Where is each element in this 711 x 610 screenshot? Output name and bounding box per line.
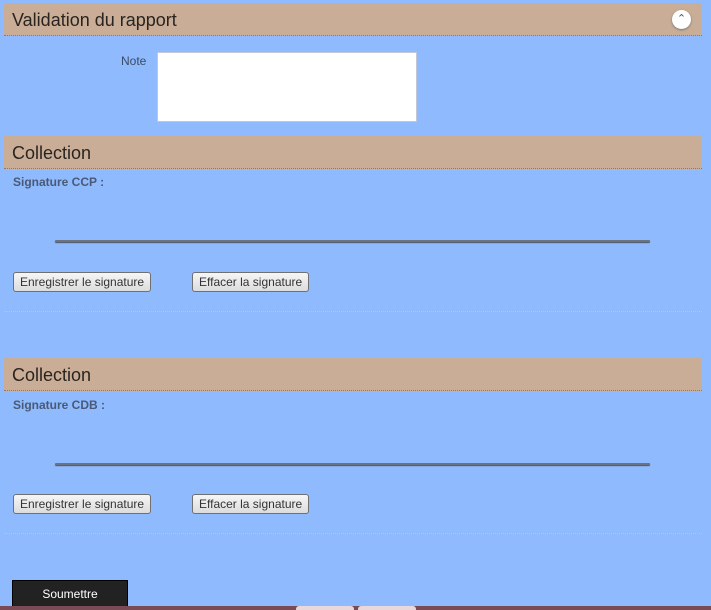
chevron-up-icon[interactable]: ⌃ — [672, 10, 691, 29]
note-input[interactable] — [157, 52, 417, 122]
clear-signature-ccp-button[interactable]: Effacer la signature — [192, 272, 310, 292]
validation-title: Validation du rapport — [12, 10, 177, 30]
collection-header-ccp: Collection — [4, 136, 702, 169]
bottom-tab[interactable] — [296, 606, 354, 610]
divider — [4, 533, 702, 534]
bottom-bar — [0, 606, 711, 610]
bottom-tab[interactable] — [358, 606, 416, 610]
signature-ccp-label: Signature CCP : — [13, 175, 105, 189]
collection-title: Collection — [12, 143, 92, 163]
signature-cdb-label: Signature CDB : — [13, 398, 106, 412]
signature-ccp-pad[interactable] — [55, 240, 650, 242]
validation-header: Validation du rapport ⌃ — [4, 3, 702, 36]
collection-header-cdb: Collection — [4, 358, 702, 391]
signature-cdb-pad[interactable] — [55, 463, 650, 465]
save-signature-cdb-button[interactable]: Enregistrer le signature — [13, 494, 152, 514]
save-signature-ccp-button[interactable]: Enregistrer le signature — [13, 272, 152, 292]
clear-signature-cdb-button[interactable]: Effacer la signature — [192, 494, 310, 514]
collection-title: Collection — [12, 365, 92, 385]
submit-button[interactable]: Soumettre — [12, 580, 128, 608]
divider — [4, 311, 702, 312]
note-label: Note — [121, 54, 147, 68]
